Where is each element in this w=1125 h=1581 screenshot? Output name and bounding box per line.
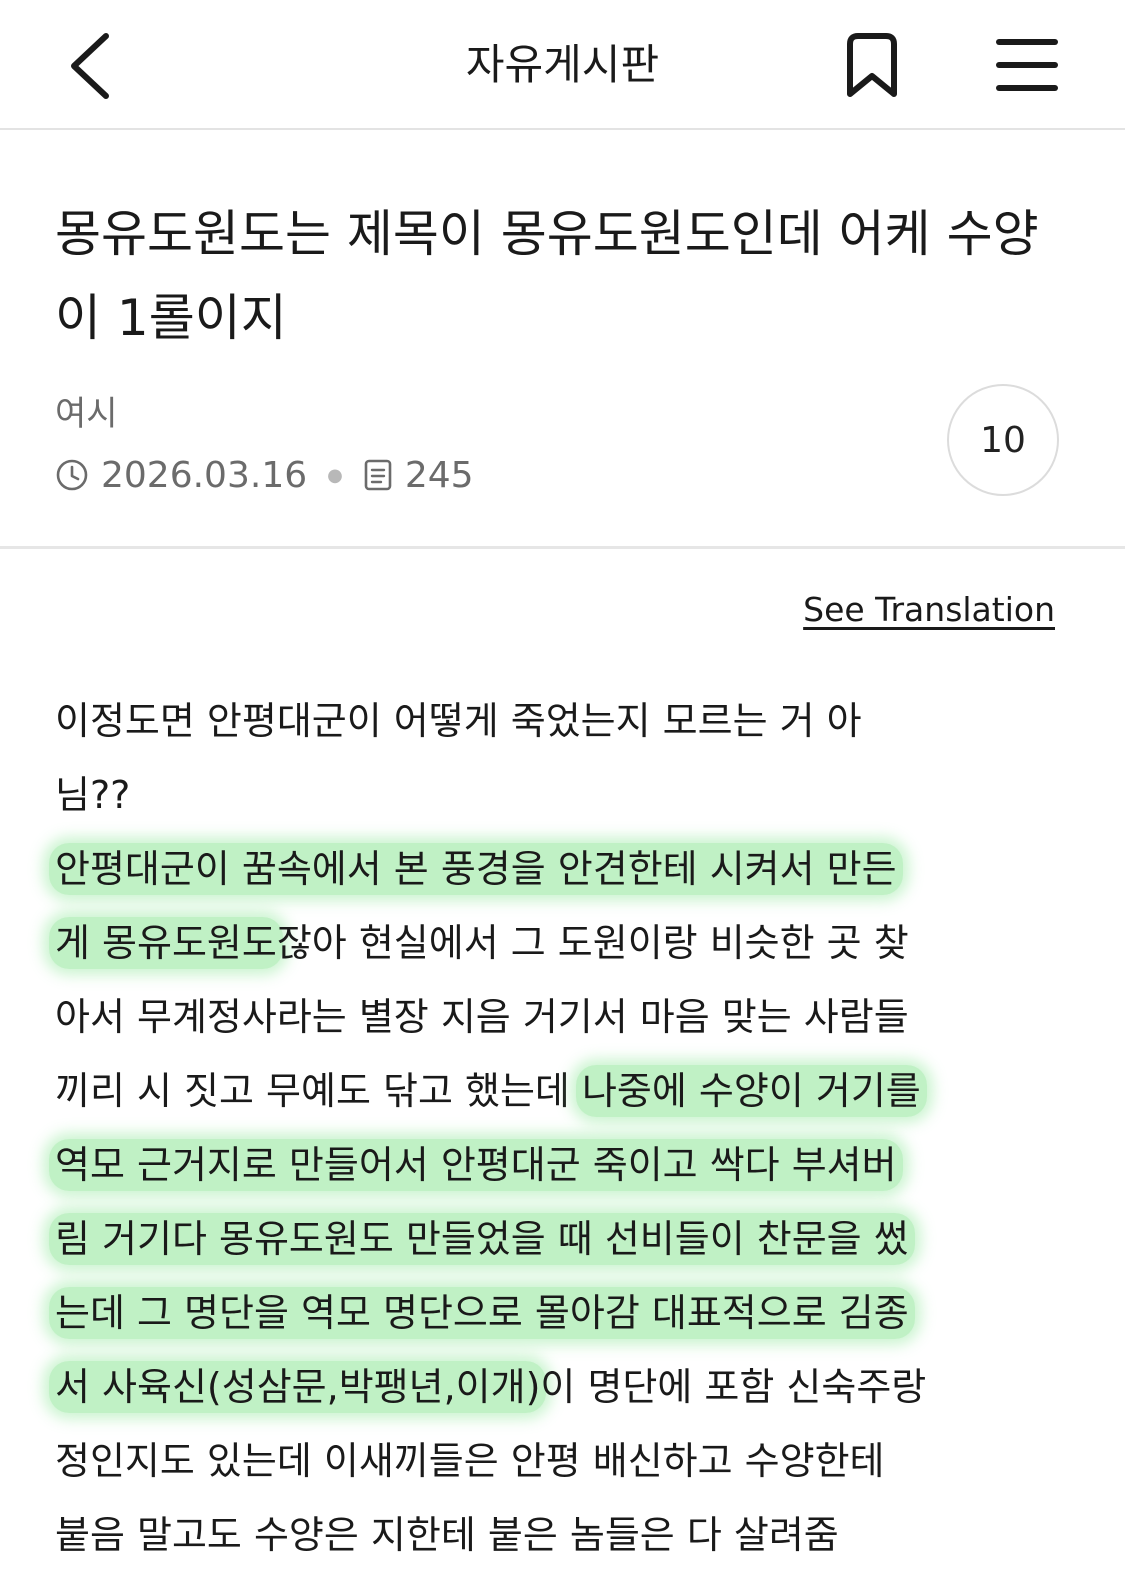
body-text: 붙음 말고도 수양은 지한테 붙은 놈들은 다 살려줌 — [55, 1513, 839, 1557]
highlighted-text: 역모 근거지로 만들어서 안평대군 죽이고 싹다 부셔버 — [49, 1139, 903, 1191]
section-divider — [0, 546, 1125, 549]
body-line: 안평대군이 꿈속에서 본 풍경을 안견한테 시켜서 만든 — [49, 832, 1065, 906]
body-line: 끼리 시 짓고 무예도 닦고 했는데 나중에 수양이 거기를 — [55, 1054, 1065, 1128]
highlighted-text: 게 몽유도원도 — [49, 917, 283, 969]
body-line: 님?? — [55, 758, 1065, 832]
body-text: 잖아 현실에서 그 도원이랑 비슷한 곳 찾 — [276, 921, 909, 965]
post-body: 이정도면 안평대군이 어떻게 죽었는지 모르는 거 아 님?? 안평대군이 꿈속… — [49, 684, 1065, 1572]
body-line: 림 거기다 몽유도원도 만들었을 때 선비들이 찬문을 썼 — [49, 1202, 1065, 1276]
author-name[interactable]: 여시 — [55, 392, 118, 436]
body-line: 는데 그 명단을 역모 명단으로 몰아감 대표적으로 김종 — [49, 1276, 1065, 1350]
body-line: 역모 근거지로 만들어서 안평대군 죽이고 싹다 부셔버 — [49, 1128, 1065, 1202]
post-meta: 2026.03.16 ● 245 — [55, 452, 474, 498]
clock-icon — [56, 459, 88, 491]
board-title: 자유게시판 — [465, 40, 660, 89]
body-text: 아서 무계정사라는 별장 지음 거기서 마음 맞는 사람들 — [55, 995, 909, 1039]
meta-separator: ● — [327, 464, 343, 486]
body-line: 정인지도 있는데 이새끼들은 안평 배신하고 수양한테 — [55, 1424, 1065, 1498]
menu-button[interactable] — [995, 36, 1059, 94]
highlighted-text: 는데 그 명단을 역모 명단으로 몰아감 대표적으로 김종 — [49, 1287, 915, 1339]
post-title: 몽유도원도는 제목이 몽유도원도인데 어케 수양이 1롤이지 — [55, 205, 1039, 347]
view-count: 245 — [404, 454, 474, 496]
comment-count-badge[interactable]: 10 — [947, 384, 1059, 496]
body-line: 아서 무계정사라는 별장 지음 거기서 마음 맞는 사람들 — [55, 980, 1065, 1054]
highlighted-text: 서 사육신(성삼문,박팽년,이개) — [49, 1361, 547, 1413]
body-text: 이정도면 안평대군이 어떻게 죽었는지 모르는 거 아 — [55, 699, 862, 743]
body-text: 님?? — [55, 773, 131, 817]
see-translation-link[interactable]: See Translation — [803, 588, 1055, 632]
body-line: 이정도면 안평대군이 어떻게 죽었는지 모르는 거 아 — [55, 684, 1065, 758]
highlighted-text: 안평대군이 꿈속에서 본 풍경을 안견한테 시켜서 만든 — [49, 843, 903, 895]
highlighted-text: 림 거기다 몽유도원도 만들었을 때 선비들이 찬문을 썼 — [49, 1213, 915, 1265]
body-line: 붙음 말고도 수양은 지한테 붙은 놈들은 다 살려줌 — [55, 1498, 1065, 1572]
hamburger-menu-icon — [996, 39, 1058, 91]
body-text: 이 명단에 포함 신숙주랑 — [540, 1365, 927, 1409]
document-icon — [364, 459, 392, 491]
bookmark-icon — [847, 33, 897, 97]
bookmark-button[interactable] — [840, 30, 904, 102]
body-line: 게 몽유도원도잖아 현실에서 그 도원이랑 비슷한 곳 찾 — [49, 906, 1065, 980]
post-date: 2026.03.16 — [101, 454, 308, 496]
body-text: 끼리 시 짓고 무예도 닦고 했는데 — [55, 1069, 582, 1113]
body-text: 정인지도 있는데 이새끼들은 안평 배신하고 수양한테 — [55, 1439, 885, 1483]
highlighted-text: 나중에 수양이 거기를 — [575, 1065, 927, 1117]
body-line: 서 사육신(성삼문,박팽년,이개)이 명단에 포함 신숙주랑 — [49, 1350, 1065, 1424]
top-navigation-bar: 자유게시판 — [0, 0, 1125, 130]
